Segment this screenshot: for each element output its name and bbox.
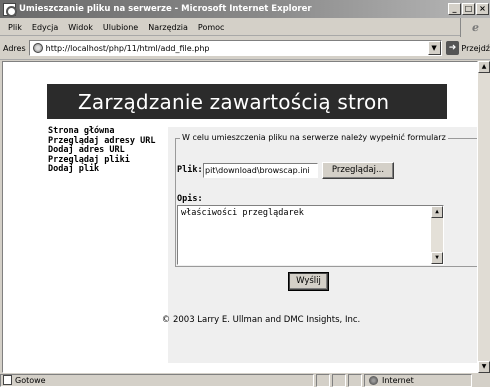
go-arrow-icon[interactable]: ➜ [445, 41, 460, 55]
status-cell [348, 373, 362, 387]
globe-icon [369, 375, 378, 385]
textarea-scrollbar[interactable]: ▲ ▼ [431, 206, 443, 264]
menu-favorites[interactable]: Ulubione [98, 23, 143, 32]
status-bar: Gotowe Internet [0, 373, 490, 387]
menu-file[interactable]: Plik [3, 23, 27, 32]
go-button[interactable]: Przejdź [461, 44, 490, 53]
scroll-down-icon[interactable]: ▼ [431, 252, 443, 264]
zone-label: Internet [382, 375, 414, 385]
page-icon [32, 43, 43, 53]
page-scroll-down-icon[interactable]: ▼ [478, 361, 490, 373]
window-title: Umieszczanie pliku na serwerze - Microso… [19, 4, 312, 14]
windows-logo-icon: ℯ [460, 18, 490, 37]
description-text: właściwości przeglądarek [181, 208, 304, 218]
browse-button[interactable]: Przeglądaj... [322, 162, 394, 179]
status-cell [316, 373, 330, 387]
address-dropdown-icon[interactable]: ▼ [427, 41, 441, 55]
page-banner: Zarządzanie zawartością stron [47, 84, 447, 119]
menu-view[interactable]: Widok [63, 23, 98, 32]
site-nav: Strona główna Przeglądaj adresy URL Doda… [48, 126, 155, 175]
fieldset-legend: W celu umieszczenia pliku na serwerze na… [180, 133, 448, 142]
status-main: Gotowe [0, 373, 314, 387]
status-text: Gotowe [15, 375, 46, 385]
ie-icon [3, 2, 17, 17]
upload-panel: W celu umieszczenia pliku na serwerze na… [168, 127, 477, 363]
menu-help[interactable]: Pomoc [193, 23, 230, 32]
page-footer: © 2003 Larry E. Ullman and DMC Insights,… [161, 315, 361, 325]
file-path-input[interactable]: pit\download\browscap.ini [203, 163, 318, 178]
scroll-up-icon[interactable]: ▲ [431, 206, 443, 218]
file-label: Plik: [177, 165, 203, 175]
description-textarea[interactable]: właściwości przeglądarek ▲ ▼ [177, 205, 444, 265]
description-label: Opis: [177, 194, 203, 204]
nav-add-file-link[interactable]: Dodaj plik [48, 164, 155, 175]
window-controls: _ □ × [448, 3, 489, 15]
maximize-button[interactable]: □ [462, 3, 475, 15]
address-url[interactable]: http://localhost/php/11/html/add_file.ph… [46, 44, 210, 53]
address-label: Adres [3, 43, 26, 53]
title-bar: Umieszczanie pliku na serwerze - Microso… [0, 0, 490, 18]
page-scrollbar[interactable]: ▲ ▼ [478, 61, 490, 373]
address-bar: Adres http://localhost/php/11/html/add_f… [0, 37, 490, 60]
document-icon [3, 375, 12, 385]
page-content: Zarządzanie zawartością stron Strona głó… [2, 61, 478, 373]
close-button[interactable]: × [476, 3, 489, 15]
status-cell [332, 373, 346, 387]
status-zone: Internet [364, 373, 472, 387]
address-input[interactable]: http://localhost/php/11/html/add_file.ph… [28, 40, 442, 56]
menu-edit[interactable]: Edycja [27, 23, 63, 32]
minimize-button[interactable]: _ [448, 3, 461, 15]
page-scroll-up-icon[interactable]: ▲ [478, 61, 490, 73]
menu-tools[interactable]: Narzędzia [143, 23, 193, 32]
upload-fieldset: W celu umieszczenia pliku na serwerze na… [175, 133, 477, 267]
submit-button[interactable]: Wyślij [288, 272, 329, 291]
menu-bar: Plik Edycja Widok Ulubione Narzędzia Pom… [0, 18, 490, 37]
